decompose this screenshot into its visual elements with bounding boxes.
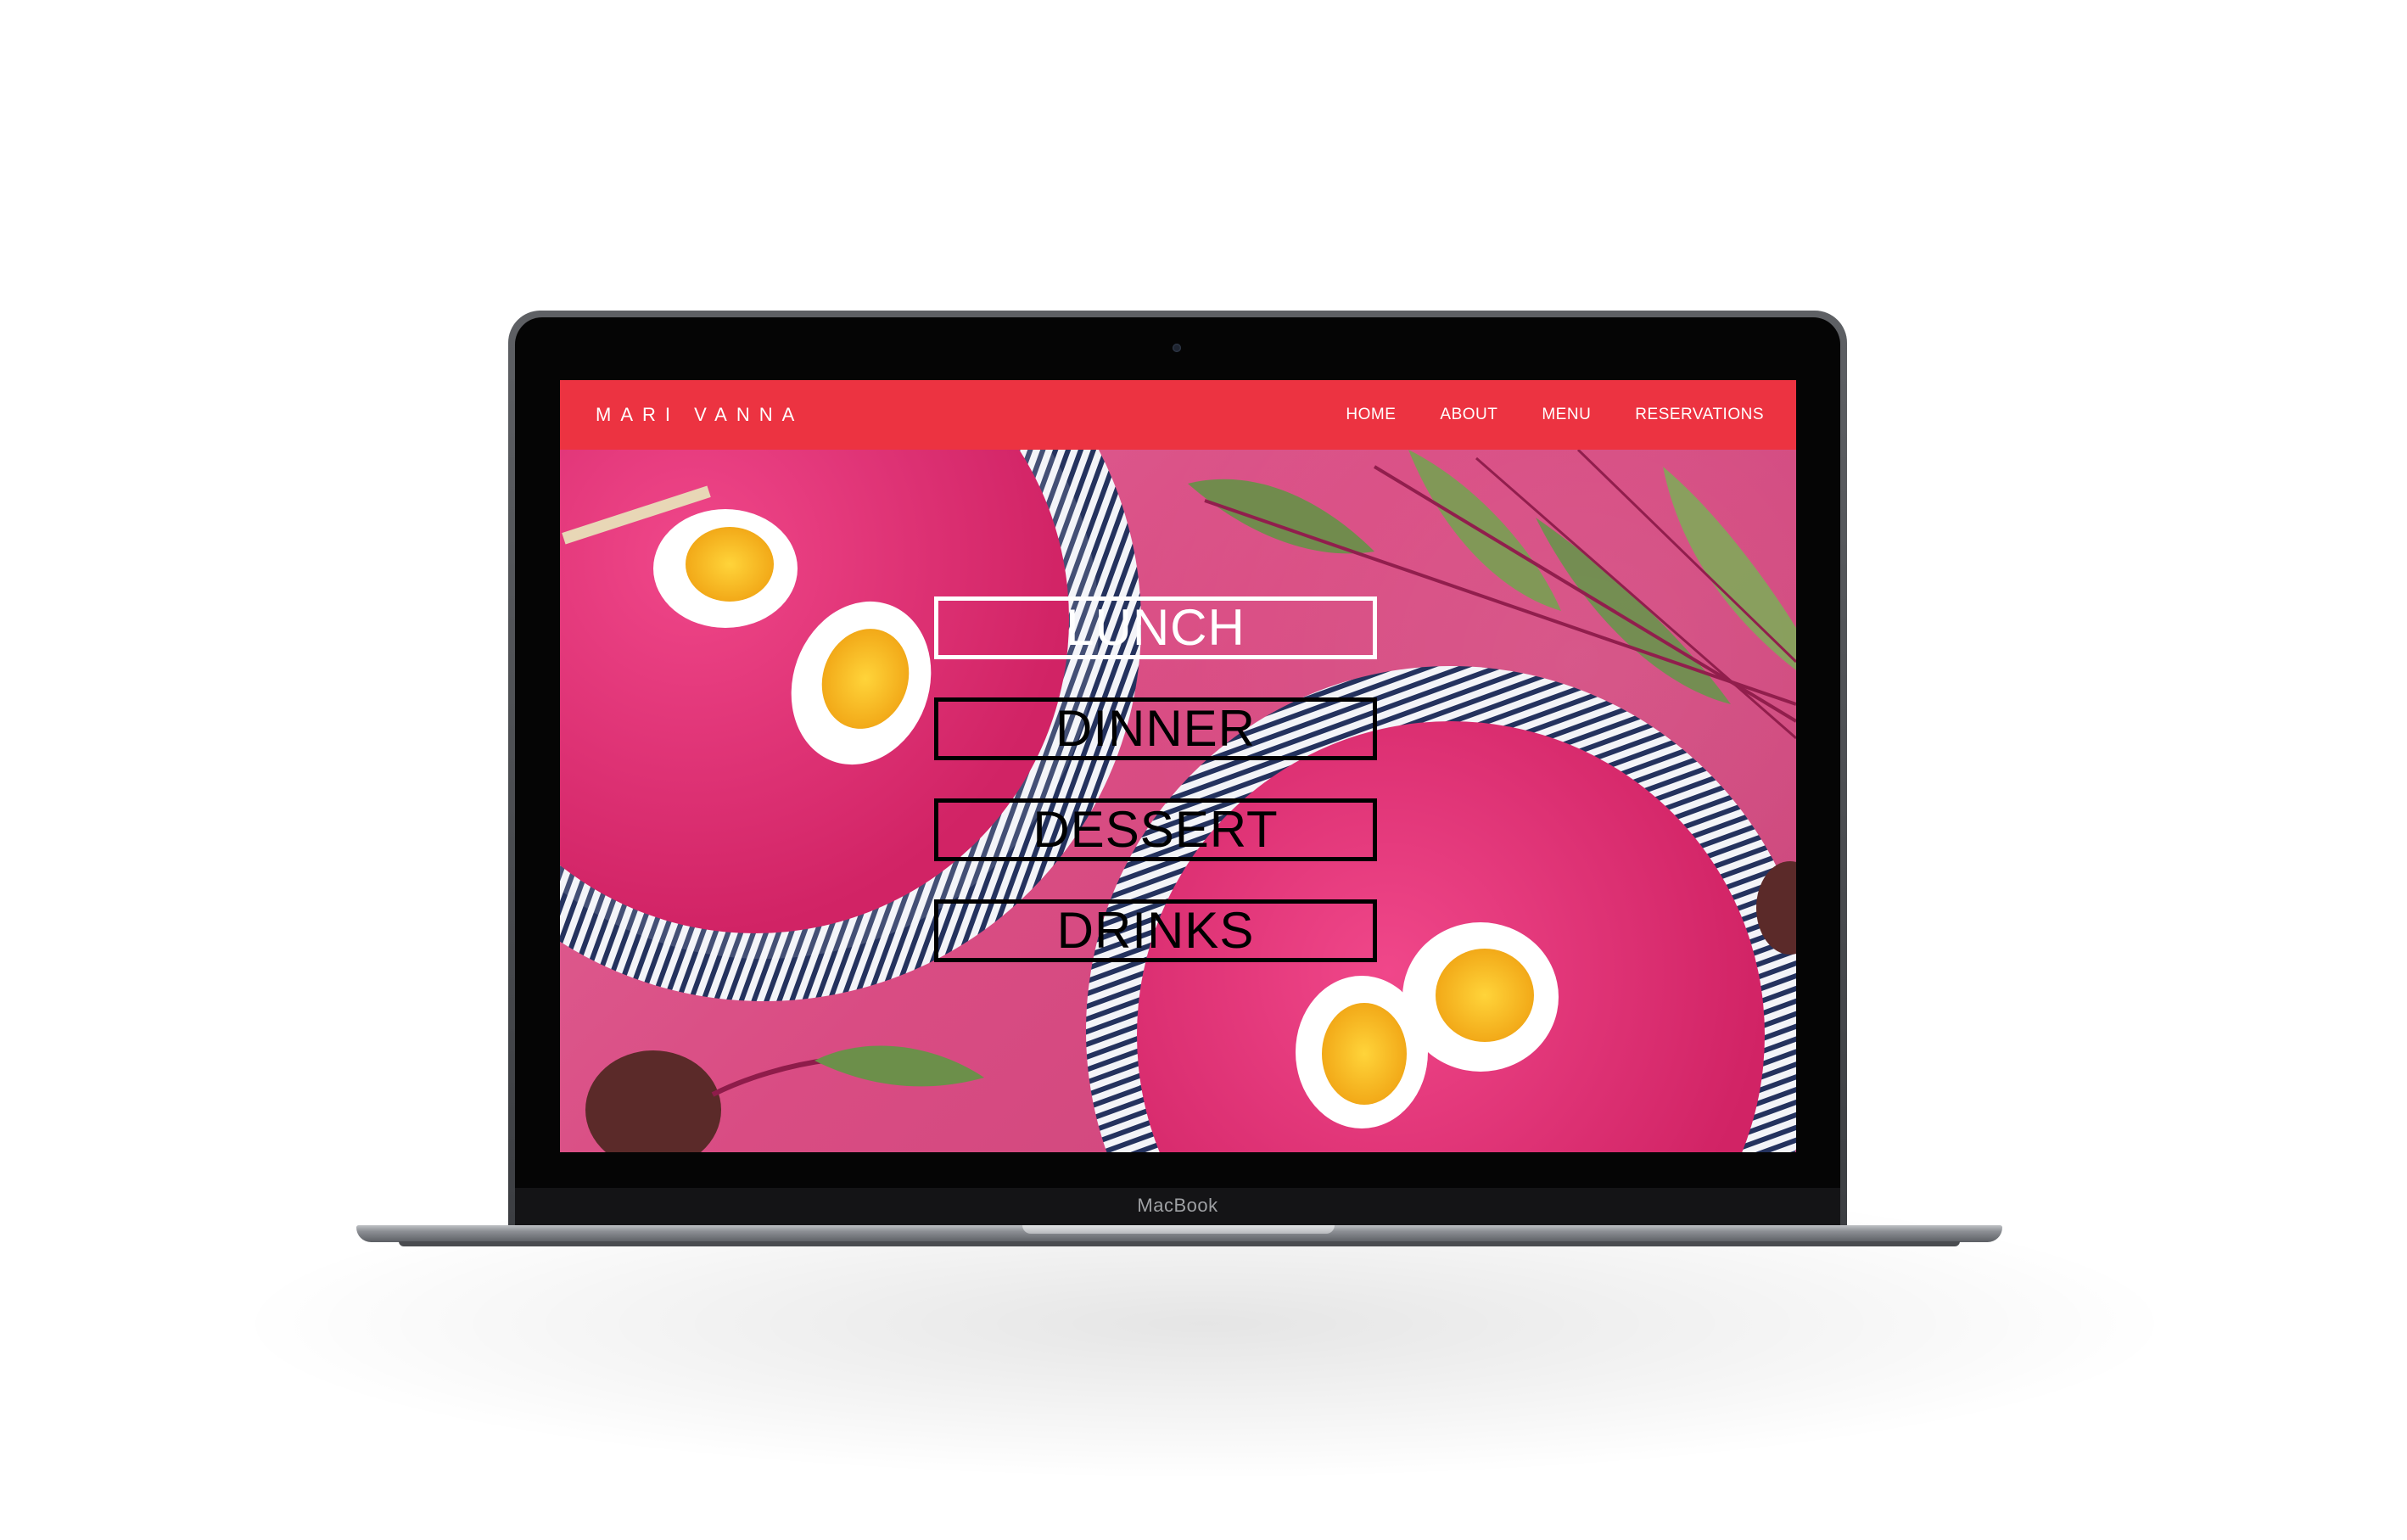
- category-lunch-label: LUNCH: [1066, 599, 1245, 656]
- category-dinner-label: DINNER: [1055, 700, 1256, 757]
- nav-item-about[interactable]: ABOUT: [1440, 406, 1497, 424]
- nav-item-home[interactable]: HOME: [1346, 406, 1396, 424]
- nav-item-menu[interactable]: MENU: [1542, 406, 1591, 424]
- site-navbar: MARI VANNA HOME ABOUT MENU RESERVATIONS: [560, 380, 1796, 450]
- category-dessert-button[interactable]: DESSERT: [934, 798, 1377, 861]
- category-dessert-label: DESSERT: [1033, 801, 1279, 858]
- site-brand[interactable]: MARI VANNA: [596, 404, 803, 426]
- laptop-chin: MacBook: [515, 1188, 1840, 1225]
- site-nav: HOME ABOUT MENU RESERVATIONS: [1346, 406, 1764, 424]
- category-drinks-button[interactable]: DRINKS: [934, 899, 1377, 962]
- nav-item-reservations[interactable]: RESERVATIONS: [1635, 406, 1764, 424]
- webcam-icon: [1173, 344, 1181, 352]
- category-drinks-label: DRINKS: [1056, 902, 1255, 959]
- device-label: MacBook: [1137, 1195, 1218, 1216]
- beet-root: [585, 1045, 984, 1152]
- laptop-base-edge: [399, 1241, 1960, 1246]
- category-lunch-button[interactable]: LUNCH: [934, 596, 1377, 659]
- laptop-screen: MARI VANNA HOME ABOUT MENU RESERVATIONS: [560, 380, 1796, 1152]
- laptop-notch: [1022, 1225, 1335, 1234]
- category-dinner-button[interactable]: DINNER: [934, 697, 1377, 760]
